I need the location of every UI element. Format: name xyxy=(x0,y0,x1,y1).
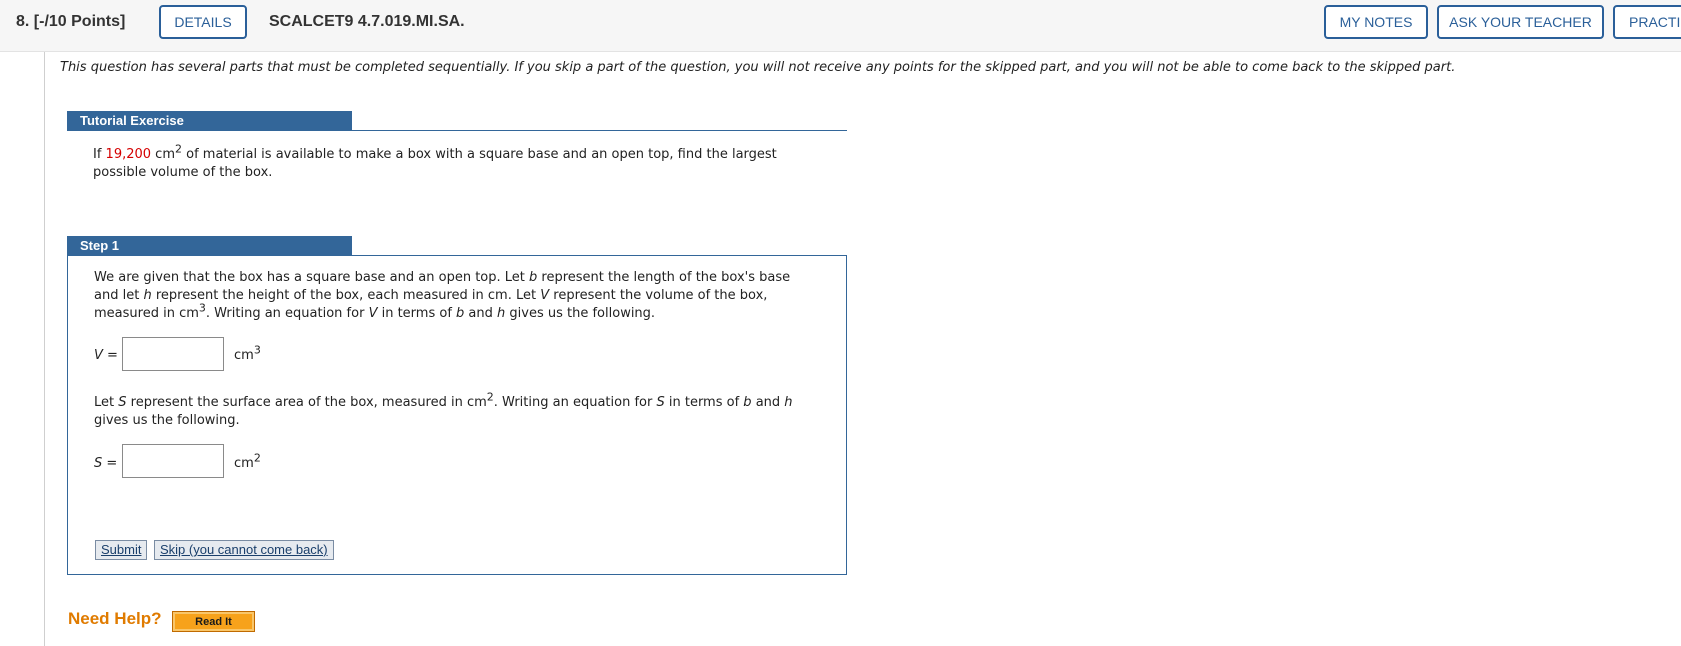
variable: S xyxy=(656,395,665,410)
surface-area-answer-input[interactable] xyxy=(122,444,224,478)
text-fragment: in terms of xyxy=(664,395,744,410)
variable: V xyxy=(94,348,103,363)
text-fragment: represent the height of the box, each me… xyxy=(151,288,541,303)
skip-button[interactable]: Skip (you cannot come back) xyxy=(154,540,334,560)
surface-area-unit: cm2 xyxy=(234,453,261,471)
ask-teacher-button[interactable]: ASK YOUR TEACHER xyxy=(1437,5,1604,39)
text-fragment: represent the surface area of the box, m… xyxy=(126,395,487,410)
text-fragment: We are given that the box has a square b… xyxy=(94,270,529,285)
text-fragment: and xyxy=(464,306,498,321)
text-fragment: in terms of xyxy=(377,306,457,321)
text-fragment: gives us the following. xyxy=(94,413,240,428)
step-1-tab: Step 1 xyxy=(67,236,352,256)
question-number: 8. [-/10 Points] xyxy=(16,13,126,30)
read-it-button[interactable]: Read It xyxy=(172,611,255,632)
problem-suffix: of material is available to make a box w… xyxy=(93,147,777,180)
text-fragment: gives us the following. xyxy=(505,306,656,321)
variable: b xyxy=(743,395,752,410)
question-header: 8. [-/10 Points] DETAILS SCALCET9 4.7.01… xyxy=(0,0,1681,52)
volume-unit: cm3 xyxy=(234,345,261,363)
problem-prefix: If xyxy=(93,147,106,162)
text-fragment: Let xyxy=(94,395,119,410)
step-1-surface-instructions: Let S represent the surface area of the … xyxy=(94,390,794,430)
submit-button[interactable]: Submit xyxy=(95,540,148,560)
step-1-panel: We are given that the box has a square b… xyxy=(67,255,847,575)
left-divider xyxy=(44,52,45,646)
variable: V xyxy=(540,288,550,303)
text-fragment: . Writing an equation for xyxy=(205,306,369,321)
details-button[interactable]: DETAILS xyxy=(159,5,247,39)
need-help-label: Need Help? xyxy=(68,609,162,628)
volume-equation-label: V = xyxy=(94,348,118,363)
volume-answer-input[interactable] xyxy=(122,337,224,371)
exponent: 3 xyxy=(253,343,261,357)
my-notes-button[interactable]: MY NOTES xyxy=(1324,5,1428,39)
problem-unit: cm xyxy=(151,147,175,162)
variable: h xyxy=(143,288,152,303)
unit-text: cm xyxy=(234,348,254,363)
variable: S xyxy=(118,395,127,410)
variable: h xyxy=(784,395,793,410)
practice-another-button[interactable]: PRACTICE ANOTHER xyxy=(1613,5,1681,39)
material-amount: 19,200 xyxy=(105,147,152,162)
equals-sign: = xyxy=(102,456,118,471)
exponent: 2 xyxy=(486,390,494,404)
equals-sign: = xyxy=(102,348,118,363)
problem-unit-exponent: 2 xyxy=(175,142,182,156)
instructions-text: This question has several parts that mus… xyxy=(60,60,1456,75)
question-code: SCALCET9 4.7.019.MI.SA. xyxy=(269,13,465,30)
text-fragment: and xyxy=(751,395,785,410)
unit-text: cm xyxy=(234,456,254,471)
tutorial-divider xyxy=(67,130,847,131)
text-fragment: . Writing an equation for xyxy=(493,395,657,410)
exponent: 3 xyxy=(198,301,206,315)
step-1-volume-instructions: We are given that the box has a square b… xyxy=(94,269,794,323)
exponent: 2 xyxy=(253,451,261,465)
tutorial-exercise-tab: Tutorial Exercise xyxy=(67,111,352,131)
surface-equation-label: S = xyxy=(94,456,117,471)
problem-statement: If 19,200 cm2 of material is available t… xyxy=(93,142,813,182)
